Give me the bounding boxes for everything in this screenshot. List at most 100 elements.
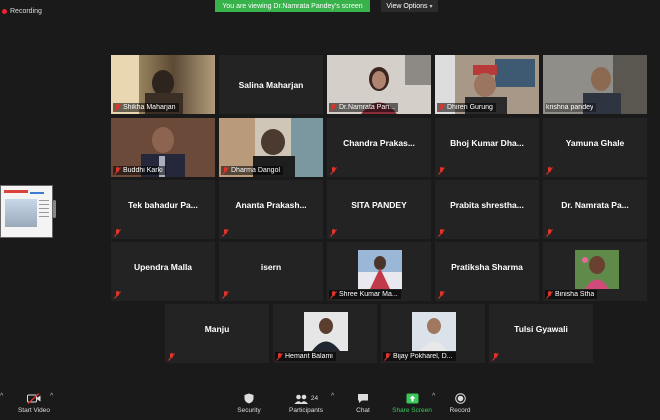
participant-name: Salina Maharjan	[238, 79, 304, 90]
participant-name: Hemant Balami	[285, 353, 333, 360]
thumbnail-slide-image	[5, 199, 37, 227]
participant-name: isern	[260, 261, 282, 272]
participant-tile[interactable]: Salina Maharjan	[219, 55, 323, 114]
share-options-caret-icon[interactable]: ^	[432, 393, 435, 400]
participant-name: Pratiksha Sharma	[451, 261, 523, 272]
participant-tile[interactable]: Tulsi Gyawali	[489, 304, 593, 363]
mic-muted-icon	[168, 352, 175, 361]
view-options-label: View Options	[386, 2, 428, 10]
start-video-button[interactable]: Start Video	[14, 387, 54, 420]
participant-tile-active-speaker[interactable]: krishna pandey	[543, 55, 647, 114]
participant-tile[interactable]: Dr. Namrata Pa...	[543, 180, 647, 239]
participant-tile[interactable]: Dharma Dangol	[219, 118, 323, 177]
profile-photo	[575, 250, 619, 289]
participant-tile[interactable]: Yamuna Ghale	[543, 118, 647, 177]
mic-muted-icon	[330, 103, 337, 112]
participant-name-label: Shikha Maharjan	[113, 103, 179, 112]
mic-muted-icon	[114, 228, 121, 237]
chat-button[interactable]: Chat	[349, 387, 377, 420]
participant-mic-status	[113, 290, 124, 299]
participant-name-label: Dhiren Gurung	[437, 103, 496, 112]
participant-name: Shikha Maharjan	[123, 104, 176, 111]
participant-tile[interactable]: Manju	[165, 304, 269, 363]
recording-label: Recording	[10, 7, 42, 15]
participant-tile[interactable]: Dr.Namrata Pan...	[327, 55, 431, 114]
participant-mic-status	[545, 166, 556, 175]
participant-name-label: Buddhi Karki	[113, 166, 166, 175]
audio-options-caret-icon[interactable]: ^	[0, 393, 3, 400]
participant-tile[interactable]: Dhiren Gurung	[435, 55, 539, 114]
chat-icon	[358, 394, 368, 403]
mic-muted-icon	[546, 166, 553, 175]
participant-name: Shree Kumar Ma...	[339, 291, 398, 298]
participant-name: Dhiren Gurung	[447, 104, 493, 111]
thumbnail-resize-handle[interactable]	[53, 200, 56, 218]
thumbnail-slide-text	[39, 200, 49, 220]
record-button[interactable]: Record	[446, 387, 474, 420]
participant-tile[interactable]: Bhoj Kumar Dha...	[435, 118, 539, 177]
participant-tile[interactable]: isern	[219, 242, 323, 301]
record-icon	[454, 393, 466, 404]
mic-muted-icon	[114, 103, 121, 112]
participant-tile[interactable]: Ananta Prakash...	[219, 180, 323, 239]
participant-tile[interactable]: Shikha Maharjan	[111, 55, 215, 114]
participants-count: 24	[310, 395, 319, 402]
participant-name: Bijay Pokharel, D...	[393, 353, 453, 360]
shield-icon	[244, 393, 254, 404]
participant-mic-status	[437, 228, 448, 237]
participant-mic-status	[545, 228, 556, 237]
participant-mic-status	[221, 228, 232, 237]
participants-options-caret-icon[interactable]: ^	[331, 393, 334, 400]
mic-muted-icon	[114, 166, 121, 175]
video-off-icon	[27, 393, 41, 404]
participant-name: krishna pandey	[546, 104, 594, 111]
participant-name-label: krishna pandey	[545, 103, 597, 112]
participant-tile[interactable]: Bijay Pokharel, D...	[381, 304, 485, 363]
screen-share-banner: You are viewing Dr.Namrata Pandey's scre…	[215, 0, 370, 12]
participant-tile[interactable]: Tek bahadur Pa...	[111, 180, 215, 239]
profile-photo	[358, 250, 402, 289]
participant-tile[interactable]: Binisha Stha	[543, 242, 647, 301]
participant-tile[interactable]: Hemant Balami	[273, 304, 377, 363]
shared-screen-thumbnail[interactable]	[0, 185, 53, 238]
share-screen-button[interactable]: Share Screen	[390, 387, 434, 420]
participants-icon	[294, 394, 308, 404]
participant-tile[interactable]: Pratiksha Sharma	[435, 242, 539, 301]
mic-muted-icon	[438, 103, 445, 112]
participant-name: Dr.Namrata Pan...	[339, 104, 396, 111]
participant-tile[interactable]: Upendra Malla	[111, 242, 215, 301]
participant-name: Tek bahadur Pa...	[128, 199, 198, 210]
record-label: Record	[449, 407, 471, 414]
participant-name: Ananta Prakash...	[235, 199, 307, 210]
recording-dot-icon	[2, 8, 7, 14]
participant-name: Dharma Dangol	[231, 167, 281, 174]
participant-tile[interactable]: Chandra Prakas...	[327, 118, 431, 177]
participants-button[interactable]: 24 Participants	[286, 387, 326, 420]
participant-tile[interactable]: Prabita shrestha...	[435, 180, 539, 239]
chat-label: Chat	[356, 407, 370, 414]
mic-muted-icon	[492, 352, 499, 361]
participant-mic-status	[221, 290, 232, 299]
participant-tile[interactable]: Buddhi Karki	[111, 118, 215, 177]
profile-photo	[304, 312, 348, 351]
participant-tile[interactable]: Shree Kumar Ma...	[327, 242, 431, 301]
mic-muted-icon	[546, 228, 553, 237]
mic-muted-icon	[384, 352, 391, 361]
share-screen-label: Share Screen	[392, 407, 432, 414]
mic-muted-icon	[438, 228, 445, 237]
participant-tile[interactable]: SITA PANDEY	[327, 180, 431, 239]
participant-name: Dr. Namrata Pa...	[561, 199, 629, 210]
participant-name-label: Binisha Stha	[545, 290, 598, 299]
participant-name: Buddhi Karki	[123, 167, 163, 174]
video-options-caret-icon[interactable]: ^	[50, 393, 53, 400]
participant-name: Binisha Stha	[555, 291, 595, 298]
mic-muted-icon	[330, 290, 337, 299]
participant-name: Prabita shrestha...	[450, 199, 524, 210]
participant-name-label: Dr.Namrata Pan...	[329, 103, 399, 112]
participants-icon-group: 24	[294, 394, 318, 404]
security-button[interactable]: Security	[232, 387, 266, 420]
mic-muted-icon	[438, 166, 445, 175]
view-options-button[interactable]: View Options ▾	[381, 0, 438, 12]
participant-mic-status	[437, 166, 448, 175]
participant-mic-status	[329, 228, 340, 237]
